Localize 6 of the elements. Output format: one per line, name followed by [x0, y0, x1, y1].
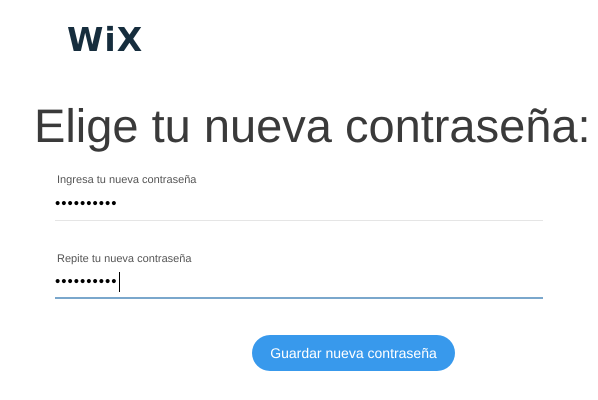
- page-title: Elige tu nueva contraseña:: [34, 98, 591, 154]
- password-field[interactable]: ••••••••••: [55, 188, 543, 220]
- field-label: Repite tu nueva contraseña: [57, 252, 192, 266]
- password-field[interactable]: ••••••••••: [55, 267, 543, 299]
- wix-logo: WiX: [67, 20, 144, 60]
- field-label: Ingresa tu nueva contraseña: [57, 173, 196, 188]
